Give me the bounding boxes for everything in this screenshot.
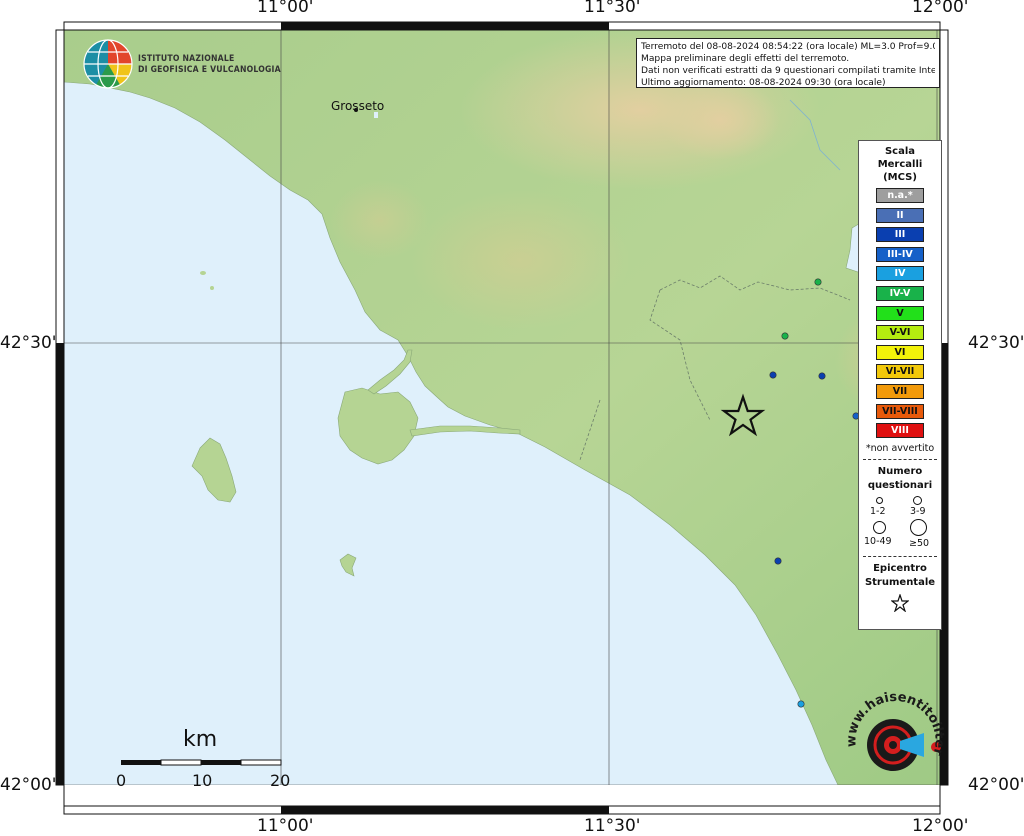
lon-label-bottom-11-30: 11°30' [584,816,641,836]
scale-bar [121,759,282,766]
lon-label-bottom-12-00: 12°00' [912,816,969,836]
ingv-logo-globe-icon [83,39,133,89]
event-info-line-4: Ultimo aggiornamento: 08-08-2024 09:30 (… [641,78,886,88]
legend-star-icon [890,592,910,613]
place-label-grosseto: Grosseto [331,99,385,113]
event-info-line-2: Mappa preliminare degli effetti del terr… [641,54,850,64]
scale-tick-10: 10 [192,771,213,790]
legend-class-9: VI-VII [876,364,924,380]
observation-point-3 [818,372,826,380]
legend-star-wrapper [859,592,941,616]
legend-class-2: III [876,227,924,243]
legend-questionnaires-title: Numero questionari [867,465,933,491]
scale-tick-0: 0 [116,771,127,790]
legend-class-7: V-VI [876,325,924,341]
size-circle-50-icon [910,518,927,536]
observation-point-6 [797,700,805,708]
observation-point-5 [774,557,782,565]
observation-point-1 [781,332,789,340]
legend-class-6: V [876,305,924,321]
legend-class-10: VII [876,383,924,399]
legend-epicenter-title: Epicentro Strumentale [864,562,936,588]
observation-point-0 [814,278,822,286]
lat-label-left-42-00: 42°00' [0,775,57,795]
hills-west [330,180,430,260]
size-label-50: ≥50 [909,537,930,549]
logo-text: ISTITUTO NAZIONALE DI GEOFISICA E VULCAN… [138,54,281,75]
scale-unit-label: km [183,727,218,752]
legend-sizes: 1-2 3-9 10-49 ≥50 [859,493,941,551]
event-info-box: Terremoto del 08-08-2024 08:54:22 (ora l… [636,38,940,88]
legend-note: *non avvertito [865,442,935,454]
legend-class-5: IV-V [876,285,924,301]
observation-point-2 [769,371,777,379]
islet-1 [200,271,206,275]
lat-label-right-42-30: 42°30' [968,333,1024,353]
legend-class-0: n.a.* [876,188,924,203]
lon-label-top-11-30: 11°30' [584,0,641,17]
event-info-line-3: Dati non verificati estratti da 9 questi… [641,66,935,76]
event-info-line-1: Terremoto del 08-08-2024 08:54:22 (ora l… [641,42,935,52]
lon-label-top-11-00: 11°00' [257,0,314,17]
legend-class-11: VII-VIII [876,403,924,419]
size-circle-3-9-icon [913,495,922,505]
size-label-10-49: 10-49 [864,535,892,547]
hills-center [410,190,630,330]
legend-title: Scala Mercalli (MCS) [877,146,923,183]
size-circle-1-2-icon [876,496,883,504]
size-label-1-2: 1-2 [870,505,886,517]
lon-label-top-12-00: 12°00' [912,0,969,17]
legend-separator [863,458,937,460]
lat-label-right-42-00: 42°00' [968,775,1024,795]
legend-class-8: VI [876,344,924,360]
legend-class-4: IV [876,266,924,282]
size-label-3-9: 3-9 [910,505,926,517]
legend-separator-2 [863,555,937,557]
islet-2 [210,286,214,290]
legend-class-12: VIII [876,423,924,439]
legend-class-1: II [876,207,924,223]
lon-label-bottom-11-00: 11°00' [257,816,314,836]
legend-classes: n.a.* II III III-IV IV IV-V V V-VI VI VI-VII VII VI… [859,188,941,439]
mcs-legend: Scala Mercalli (MCS) n.a.* II III III-IV IV I… [858,140,942,630]
size-circle-10-49-icon [873,520,886,534]
haisentito-logo-icon: www.haisentitoilterremoto.it [838,685,947,771]
legend-class-3: III-IV [876,246,924,262]
lat-label-left-42-30: 42°30' [0,333,57,353]
hills-ne [660,80,780,160]
scale-tick-20: 20 [270,771,291,790]
